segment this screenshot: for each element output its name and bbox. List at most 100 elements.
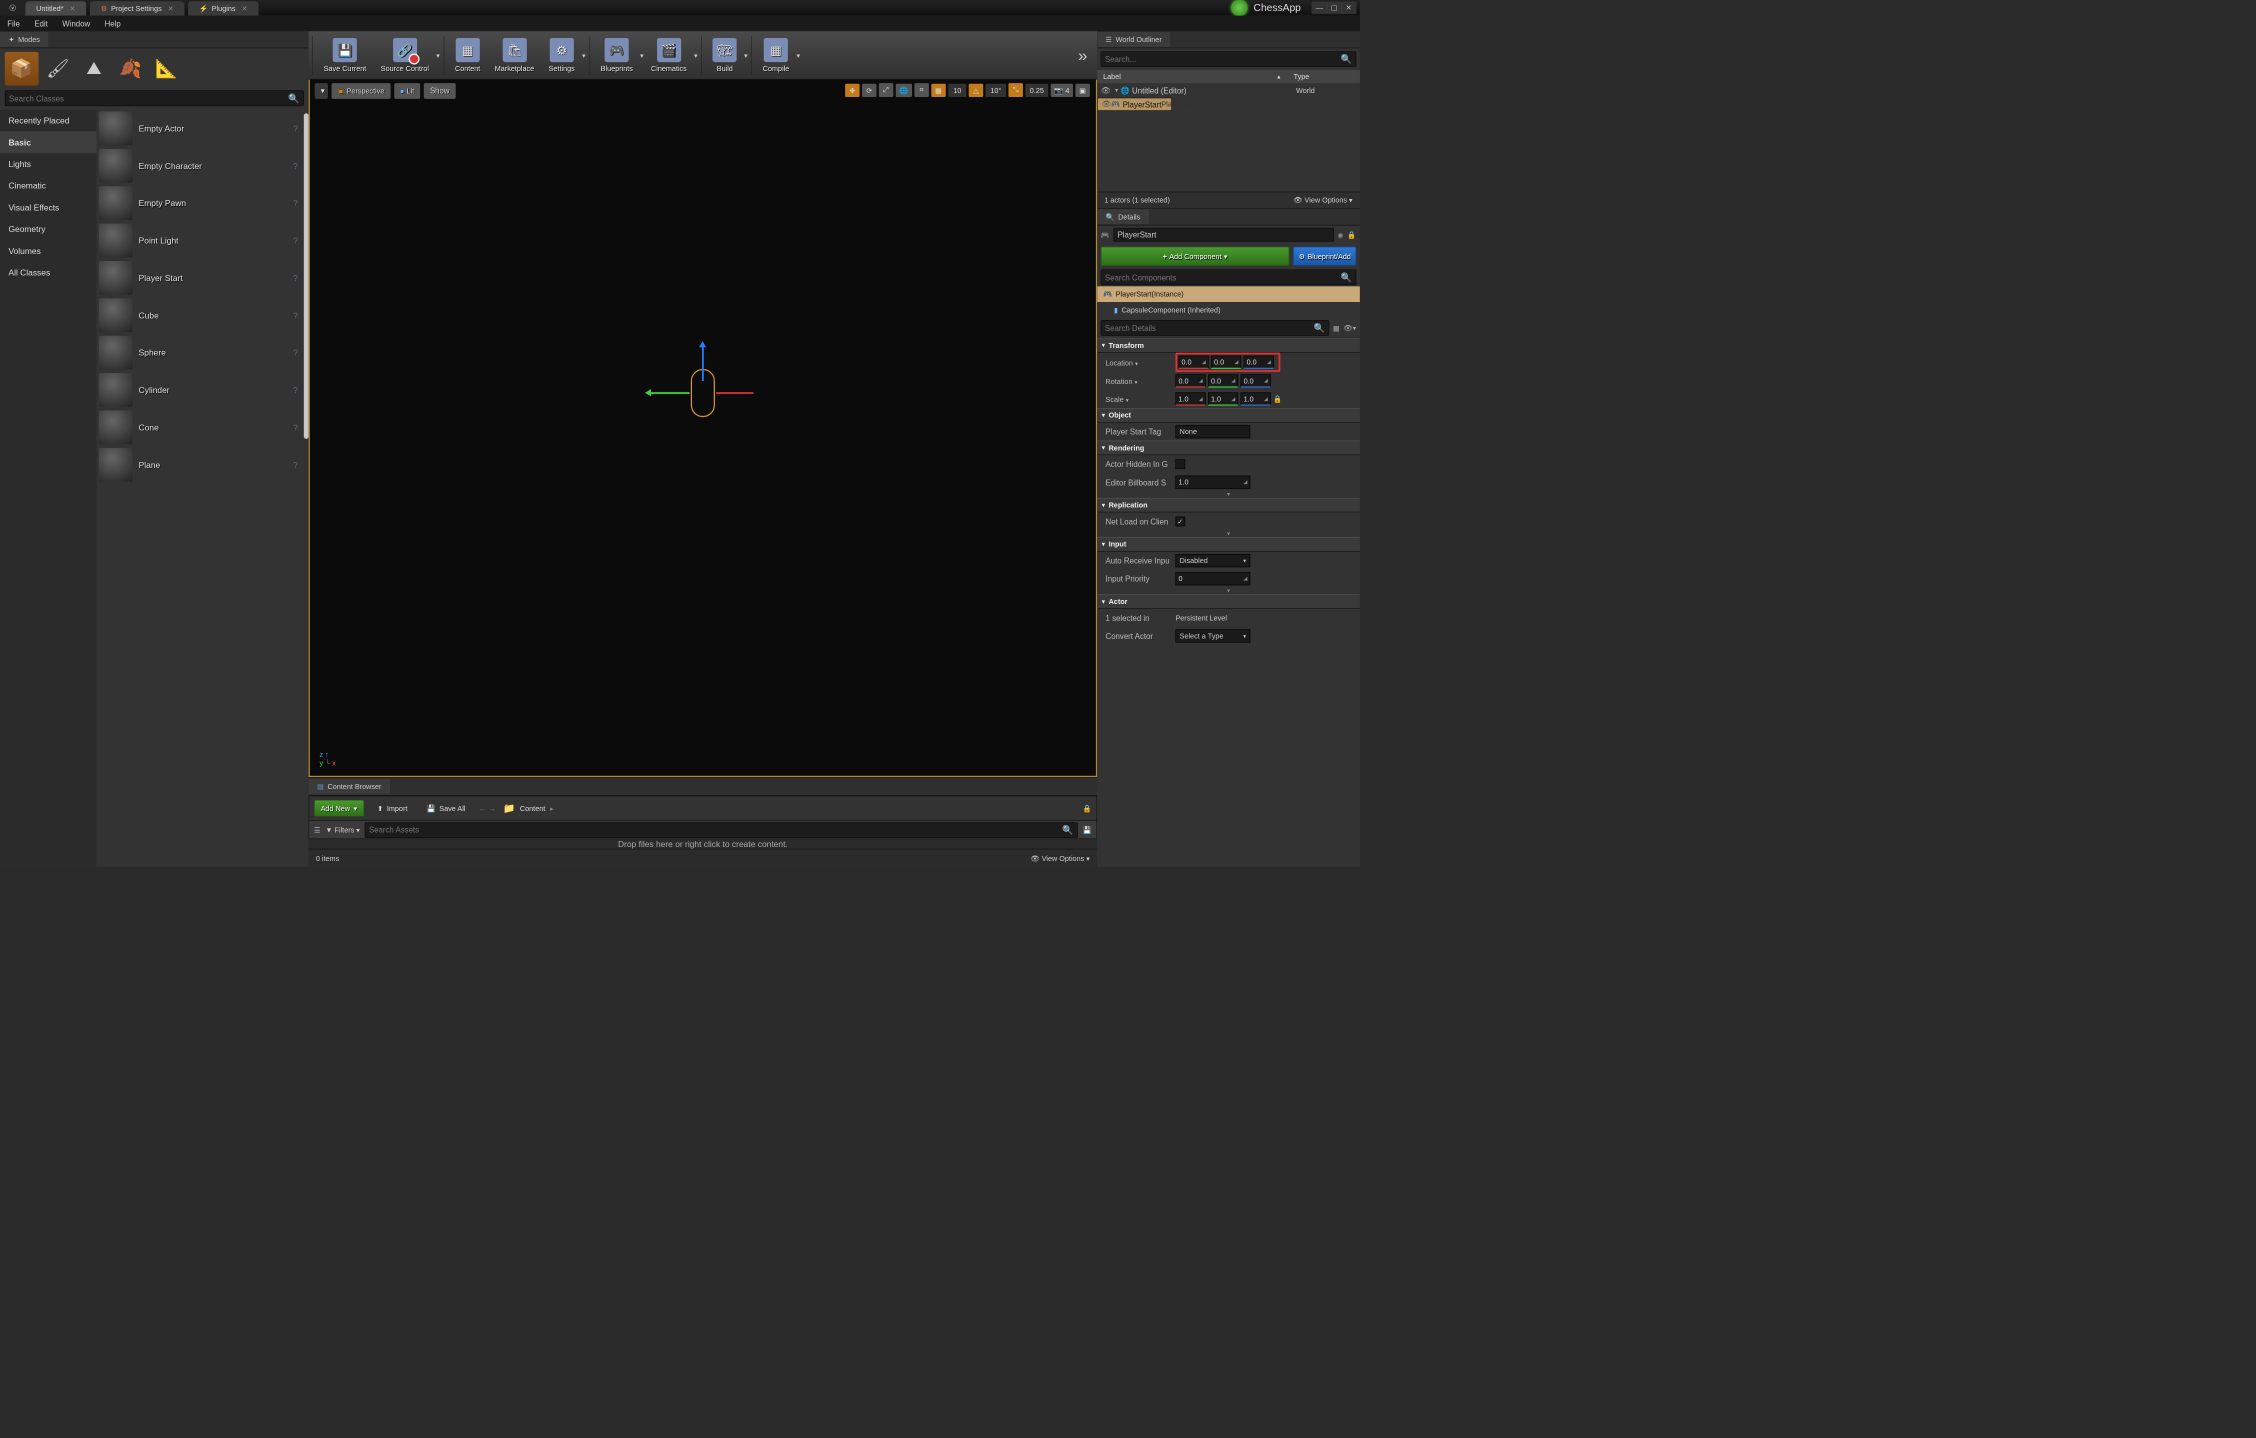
location-x[interactable]: 0.0◢ bbox=[1178, 356, 1208, 369]
add-new-button[interactable]: Add New ▾ bbox=[314, 800, 364, 817]
mode-geometry[interactable]: 📐 bbox=[149, 52, 183, 86]
scale-z[interactable]: 1.0◢ bbox=[1241, 392, 1271, 405]
rotation-y[interactable]: 0.0◢ bbox=[1208, 374, 1238, 387]
grid-snap-button[interactable]: ▦ bbox=[931, 83, 945, 96]
property-matrix-icon[interactable]: ▦ bbox=[1333, 324, 1340, 332]
content-drop-area[interactable]: Drop files here or right click to create… bbox=[309, 839, 1097, 849]
lock-icon[interactable]: 🔒 bbox=[1347, 231, 1356, 239]
help-icon[interactable]: ? bbox=[293, 423, 298, 433]
mode-landscape[interactable]: ⛰ bbox=[77, 52, 111, 86]
actor-item[interactable]: Cube? bbox=[96, 297, 302, 334]
actor-item[interactable]: Empty Pawn? bbox=[96, 184, 302, 221]
help-icon[interactable]: ? bbox=[293, 348, 298, 358]
viewport-lit-button[interactable]: ● Lit bbox=[394, 83, 420, 99]
expand-icon[interactable]: ▾ bbox=[1097, 588, 1360, 595]
actor-item[interactable]: Player Start? bbox=[96, 259, 302, 296]
rotation-x[interactable]: 0.0◢ bbox=[1175, 374, 1205, 387]
tab-plugins[interactable]: ⚡Plugins✕ bbox=[188, 1, 258, 15]
maximize-viewport-button[interactable]: ▣ bbox=[1075, 83, 1089, 96]
viewport-show-button[interactable]: Show bbox=[424, 83, 456, 99]
help-icon[interactable]: ? bbox=[293, 198, 298, 208]
help-icon[interactable]: ? bbox=[293, 310, 298, 320]
grid-snap-value[interactable]: 10 bbox=[948, 83, 966, 96]
toolbar-blueprints[interactable]: 🎮Blueprints bbox=[594, 34, 641, 76]
toolbar-build[interactable]: 🏗Build bbox=[706, 34, 745, 76]
view-options-button[interactable]: 👁 View Options ▾ bbox=[1293, 196, 1352, 204]
maximize-button[interactable]: ▢ bbox=[1327, 2, 1341, 13]
angle-snap-value[interactable]: 10° bbox=[986, 83, 1006, 96]
search-components-input[interactable] bbox=[1105, 273, 1341, 282]
col-label[interactable]: Label bbox=[1103, 72, 1276, 80]
chevron-down-icon[interactable]: ▾ bbox=[582, 51, 586, 59]
actor-item[interactable]: Empty Character? bbox=[96, 147, 302, 184]
section-replication[interactable]: ▾Replication bbox=[1097, 498, 1360, 512]
add-component-button[interactable]: + Add Component ▾ bbox=[1101, 247, 1290, 266]
close-icon[interactable]: ✕ bbox=[168, 4, 174, 12]
cat-cinematic[interactable]: Cinematic bbox=[0, 175, 96, 197]
col-type[interactable]: Type bbox=[1294, 72, 1354, 80]
component-root[interactable]: 🎮PlayerStart(Instance) bbox=[1097, 286, 1360, 302]
toolbar-marketplace[interactable]: 🛍Marketplace bbox=[488, 34, 542, 76]
mode-paint[interactable]: 🖌 bbox=[41, 52, 75, 86]
cat-recently-placed[interactable]: Recently Placed bbox=[0, 110, 96, 132]
lock-icon[interactable]: 🔒 bbox=[1083, 804, 1092, 812]
mode-foliage[interactable]: 🍂 bbox=[113, 52, 147, 86]
toolbar-settings[interactable]: ⚙Settings bbox=[541, 34, 582, 76]
scale-x[interactable]: 1.0◢ bbox=[1175, 392, 1205, 405]
save-all-button[interactable]: 💾 Save All bbox=[421, 801, 472, 817]
close-icon[interactable]: ✕ bbox=[241, 4, 247, 12]
toolbar-compile[interactable]: ▦Compile bbox=[756, 34, 797, 76]
surface-snap-button[interactable]: ⌗ bbox=[914, 83, 928, 97]
chevron-down-icon[interactable]: ▾ bbox=[436, 51, 440, 59]
search-details[interactable]: 🔍 bbox=[1101, 320, 1330, 336]
outliner-row-playerstart[interactable]: 👁 🎮 PlayerStart PlayerStart bbox=[1097, 98, 1172, 111]
lock-icon[interactable]: 🔒 bbox=[1273, 395, 1282, 403]
help-icon[interactable]: ? bbox=[293, 124, 298, 134]
actor-name-input[interactable] bbox=[1118, 230, 1330, 239]
search-classes-input[interactable] bbox=[9, 94, 288, 103]
eye-icon[interactable]: 👁 bbox=[1101, 86, 1113, 96]
ue-logo[interactable] bbox=[0, 0, 25, 16]
translate-button[interactable]: ✥ bbox=[845, 83, 859, 96]
angle-snap-button[interactable]: △ bbox=[969, 83, 983, 96]
auto-receive-dropdown[interactable]: Disabled▾ bbox=[1175, 554, 1250, 567]
mode-place[interactable]: 📦 bbox=[5, 52, 39, 86]
actor-name-field[interactable] bbox=[1113, 228, 1333, 242]
scale-snap-value[interactable]: 0.25 bbox=[1025, 83, 1048, 96]
chevron-down-icon[interactable]: ▾ bbox=[744, 51, 748, 59]
chevron-down-icon[interactable]: ▾ bbox=[797, 51, 801, 59]
cat-volumes[interactable]: Volumes bbox=[0, 240, 96, 262]
section-transform[interactable]: ▾Transform bbox=[1097, 338, 1360, 352]
tab-project-settings[interactable]: ⚙Project Settings✕ bbox=[90, 1, 185, 15]
search-outliner-input[interactable] bbox=[1105, 55, 1341, 64]
player-start-tag-input[interactable]: None bbox=[1175, 425, 1250, 438]
playerstart-actor[interactable] bbox=[691, 369, 715, 417]
back-button[interactable]: ← bbox=[479, 804, 486, 812]
component-capsule[interactable]: ▮CapsuleComponent (Inherited) bbox=[1097, 302, 1360, 318]
scale-y[interactable]: 1.0◢ bbox=[1208, 392, 1238, 405]
coord-space-button[interactable]: 🌐 bbox=[896, 83, 912, 96]
actor-item[interactable]: Sphere? bbox=[96, 334, 302, 371]
search-classes[interactable]: 🔍 bbox=[5, 90, 304, 106]
forward-button[interactable]: → bbox=[489, 804, 496, 812]
close-icon[interactable]: ✕ bbox=[70, 4, 76, 12]
cat-lights[interactable]: Lights bbox=[0, 153, 96, 175]
toolbar-content[interactable]: ▦Content bbox=[448, 34, 488, 76]
minimize-button[interactable]: — bbox=[1312, 2, 1326, 13]
section-input[interactable]: ▾Input bbox=[1097, 537, 1360, 551]
viewport-options-button[interactable]: ▾ bbox=[315, 83, 328, 99]
expand-icon[interactable]: ▾ bbox=[1115, 87, 1118, 94]
billboard-scale-input[interactable]: 1.0◢ bbox=[1175, 476, 1250, 489]
help-icon[interactable]: ? bbox=[293, 385, 298, 395]
input-priority-input[interactable]: 0◢ bbox=[1175, 572, 1250, 585]
close-button[interactable]: ✕ bbox=[1341, 2, 1355, 13]
folder-icon[interactable]: 📁 bbox=[503, 802, 515, 814]
chevron-down-icon[interactable]: ▾ bbox=[694, 51, 698, 59]
viewport[interactable]: ▾ ▣ Perspective ● Lit Show ✥ ⟳ ⤢ 🌐 ⌗ ▦ 1… bbox=[309, 80, 1097, 777]
outliner-row-world[interactable]: 👁 ▾ 🌐 Untitled (Editor) World bbox=[1097, 83, 1360, 97]
camera-speed-button[interactable]: 📷 4 bbox=[1051, 83, 1073, 96]
convert-actor-dropdown[interactable]: Select a Type▾ bbox=[1175, 629, 1250, 642]
eye-icon[interactable]: 👁▾ bbox=[1343, 324, 1356, 332]
search-components[interactable]: 🔍 bbox=[1101, 269, 1357, 285]
rotation-z[interactable]: 0.0◢ bbox=[1241, 374, 1271, 387]
